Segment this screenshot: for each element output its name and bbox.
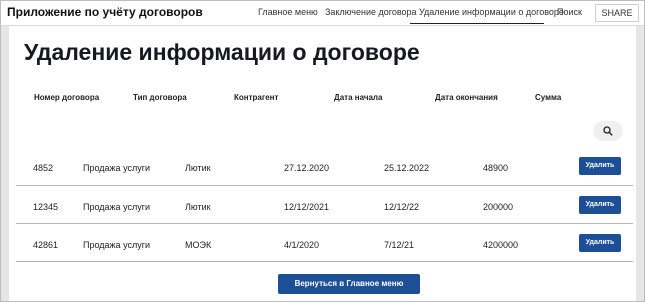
cell-counterparty: Лютик: [185, 202, 211, 212]
column-header-end-date: Дата окончания: [435, 93, 498, 102]
table-row: 4852 Продажа услуги Лютик 27.12.2020 25.…: [16, 151, 633, 188]
cell-end-date: 25.12.2022: [384, 163, 430, 173]
nav-link-search[interactable]: Поиск: [557, 7, 582, 17]
left-margin: [1, 26, 9, 301]
app-title: Приложение по учёту договоров: [7, 5, 203, 19]
nav-link-main-menu[interactable]: Главное меню: [258, 7, 318, 17]
cell-start-date: 27.12.2020: [284, 163, 330, 173]
cell-amount: 4200000: [483, 240, 519, 250]
column-header-type: Тип договора: [133, 93, 187, 102]
top-navbar: Приложение по учёту договоров Главное ме…: [1, 1, 644, 26]
column-header-start-date: Дата начала: [334, 93, 383, 102]
back-to-main-menu-button[interactable]: Вернуться в Главное меню: [278, 274, 420, 294]
page-title: Удаление информации о договоре: [24, 39, 420, 65]
row-divider: [16, 185, 633, 186]
nav-link-delete-contract[interactable]: Удаление информации о договоре: [419, 7, 564, 17]
delete-button[interactable]: Удалить: [579, 157, 621, 175]
column-header-number: Номер договора: [34, 93, 100, 102]
cell-amount: 48900: [483, 163, 509, 173]
cell-amount: 200000: [483, 202, 514, 212]
share-button[interactable]: SHARE: [595, 4, 639, 22]
row-divider: [16, 261, 633, 262]
row-divider: [16, 223, 633, 224]
table-row: 42861 Продажа услуги МОЭК 4/1/2020 7/12/…: [16, 228, 633, 265]
cell-start-date: 12/12/2021: [284, 202, 330, 212]
delete-button[interactable]: Удалить: [579, 234, 621, 252]
cell-counterparty: Лютик: [185, 163, 211, 173]
cell-counterparty: МОЭК: [185, 240, 212, 250]
column-header-amount: Сумма: [535, 93, 562, 102]
table-row: 12345 Продажа услуги Лютик 12/12/2021 12…: [16, 190, 633, 227]
cell-number: 4852: [33, 163, 54, 173]
cell-number: 12345: [33, 202, 59, 212]
search-icon: [603, 126, 613, 136]
cell-end-date: 7/12/21: [384, 240, 415, 250]
cell-number: 42861: [33, 240, 59, 250]
column-header-counterparty: Контрагент: [234, 93, 279, 102]
nav-link-create-contract[interactable]: Заключение договора: [325, 7, 417, 17]
cell-end-date: 12/12/22: [384, 202, 420, 212]
cell-type: Продажа услуги: [83, 163, 151, 173]
right-margin: [636, 26, 644, 301]
search-button[interactable]: [593, 121, 623, 141]
app-window: Приложение по учёту договоров Главное ме…: [0, 0, 645, 302]
cell-start-date: 4/1/2020: [284, 240, 320, 250]
cell-type: Продажа услуги: [83, 240, 151, 250]
delete-button[interactable]: Удалить: [579, 196, 621, 214]
cell-type: Продажа услуги: [83, 202, 151, 212]
